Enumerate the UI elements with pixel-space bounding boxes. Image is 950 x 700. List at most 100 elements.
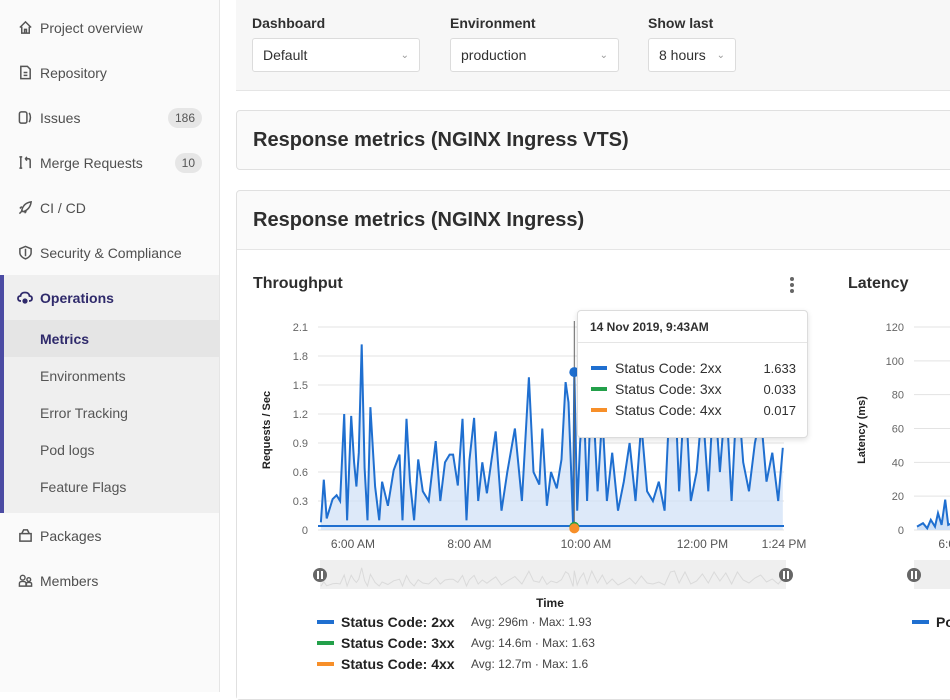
latency-legend-item[interactable]: Po [912,612,950,632]
users-icon [17,573,33,589]
x-axis-label: Time [536,596,564,610]
sidebar-item-project-overview[interactable]: Project overview [0,5,219,50]
sidebar-item-label: Issues [40,109,81,126]
series-3xx-swatch [591,387,607,391]
slider-handle-right[interactable] [779,568,793,582]
slider-handle-left[interactable] [907,568,921,582]
legend-swatch [317,662,334,666]
legend-swatch [912,620,929,624]
legend-max: 1.6 [571,657,589,671]
legend-label: Status Code: 4xx [341,656,455,672]
legend-item-4xx[interactable]: Status Code: 4xx Avg: 12.7m · Max: 1.6 [317,654,588,674]
legend-label: Status Code: 2xx [341,614,455,630]
series-2xx-swatch [591,366,607,370]
sidebar-item-operations[interactable]: Operations [4,275,219,320]
chart-tooltip: 14 Nov 2019, 9:43AM Status Code: 2xx 1.6… [577,310,808,438]
show-last-select-value: 8 hours [659,47,706,63]
dashboard-filters: Dashboard Default ⌄ Environment producti… [236,0,950,91]
sidebar-subitem-feature-flags[interactable]: Feature Flags [4,468,219,505]
sidebar-item-members[interactable]: Members [0,558,219,603]
y-tick-label: 1.8 [293,351,308,363]
y-axis-label: Latency (ms) [856,396,868,464]
show-last-label: Show last [648,15,714,31]
y-tick-label: 0.6 [293,467,308,479]
rocket-icon [17,200,33,216]
sidebar-item-security-compliance[interactable]: Security & Compliance [0,230,219,275]
cloud-gear-icon [17,290,33,306]
tooltip-row-label: Status Code: 4xx [615,402,722,418]
tooltip-row-label: Status Code: 3xx [615,381,722,397]
home-icon [17,20,33,36]
sidebar-subitem-error-tracking[interactable]: Error Tracking [4,394,219,431]
sidebar-subitem-label: Pod logs [40,441,95,458]
sidebar-item-label: Members [40,572,99,589]
chart-actions-menu-icon[interactable] [785,275,799,295]
x-tick-label: 1:24 PM [762,537,807,551]
tooltip-row: Status Code: 2xx 1.633 [591,358,796,378]
x-tick-label: 8:00 AM [447,537,491,551]
legend-avg: 12.7m [498,657,532,671]
y-tick-label: 60 [892,424,904,436]
throughput-chart-title: Throughput [253,275,343,292]
legend-swatch [317,620,334,624]
package-icon [17,528,33,544]
x-tick-label: 12:00 PM [677,537,728,551]
y-tick-label: 80 [892,390,904,402]
y-tick-label: 0.3 [293,496,308,508]
sidebar-subitem-environments[interactable]: Environments [4,357,219,394]
shield-icon [17,245,33,261]
legend-item-2xx[interactable]: Status Code: 2xx Avg: 296m · Max: 1.93 [317,612,592,632]
sidebar-subitem-pod-logs[interactable]: Pod logs [4,431,219,468]
tooltip-row-value: 1.633 [763,360,796,376]
legend-label: Status Code: 3xx [341,635,455,651]
dashboard-select[interactable]: Default ⌄ [252,38,420,72]
tooltip-row: Status Code: 3xx 0.033 [591,379,796,399]
environment-select[interactable]: production ⌄ [450,38,619,72]
legend-swatch [317,641,334,645]
sidebar-item-label: Security & Compliance [40,244,182,261]
merge-requests-count-badge: 10 [174,152,202,173]
chevron-down-icon: ⌄ [400,49,409,61]
y-tick-label: 2.1 [293,322,308,334]
tooltip-row-label: Status Code: 2xx [615,360,722,376]
legend-item-3xx[interactable]: Status Code: 3xx Avg: 14.6m · Max: 1.63 [317,633,595,653]
panel-nginx-ingress-vts[interactable]: Response metrics (NGINX Ingress VTS) [236,110,950,170]
chevron-down-icon: ⌄ [599,49,608,61]
show-last-filter: Show last 8 hours ⌄ [648,15,736,72]
sidebar-item-packages[interactable]: Packages [0,513,219,558]
issues-icon [17,110,33,126]
slider-handle-left[interactable] [313,568,327,582]
dashboard-label: Dashboard [252,15,326,31]
y-tick-label: 40 [892,457,904,469]
sidebar-item-label: Operations [40,289,114,306]
show-last-select[interactable]: 8 hours ⌄ [648,38,736,72]
sidebar-item-ci-cd[interactable]: CI / CD [0,185,219,230]
sidebar-subitem-label: Environments [40,367,126,384]
panel-title: Response metrics (NGINX Ingress VTS) [253,129,629,151]
y-tick-label: 0 [302,525,308,537]
sidebar-subitem-metrics[interactable]: Metrics [4,320,219,357]
x-tick-label: 6:00 [938,537,950,551]
dashboard-filter: Dashboard Default ⌄ [252,15,420,72]
tooltip-row: Status Code: 4xx 0.017 [591,400,796,420]
document-icon [17,65,33,81]
y-tick-label: 120 [886,322,904,334]
y-axis-label: Requests / Sec [261,391,273,469]
merge-request-icon [17,155,33,171]
sidebar: Project overview Repository Issues 186 M… [0,0,220,692]
latency-series-area [917,499,950,530]
legend-stats: Avg: 14.6m · Max: 1.63 [471,636,595,650]
legend-stats: Avg: 12.7m · Max: 1.6 [471,657,589,671]
environment-filter: Environment production ⌄ [450,15,619,72]
legend-avg: 14.6m [498,636,532,650]
sidebar-item-repository[interactable]: Repository [0,50,219,95]
y-tick-label: 0 [898,525,904,537]
legend-stats: Avg: 296m · Max: 1.93 [471,615,592,629]
sidebar-item-issues[interactable]: Issues 186 [0,95,219,140]
x-tick-label: 6:00 AM [331,537,375,551]
y-tick-label: 1.5 [293,380,308,392]
y-tick-label: 1.2 [293,409,308,421]
y-tick-label: 0.9 [293,438,308,450]
y-tick-label: 100 [886,356,904,368]
sidebar-item-merge-requests[interactable]: Merge Requests 10 [0,140,219,185]
